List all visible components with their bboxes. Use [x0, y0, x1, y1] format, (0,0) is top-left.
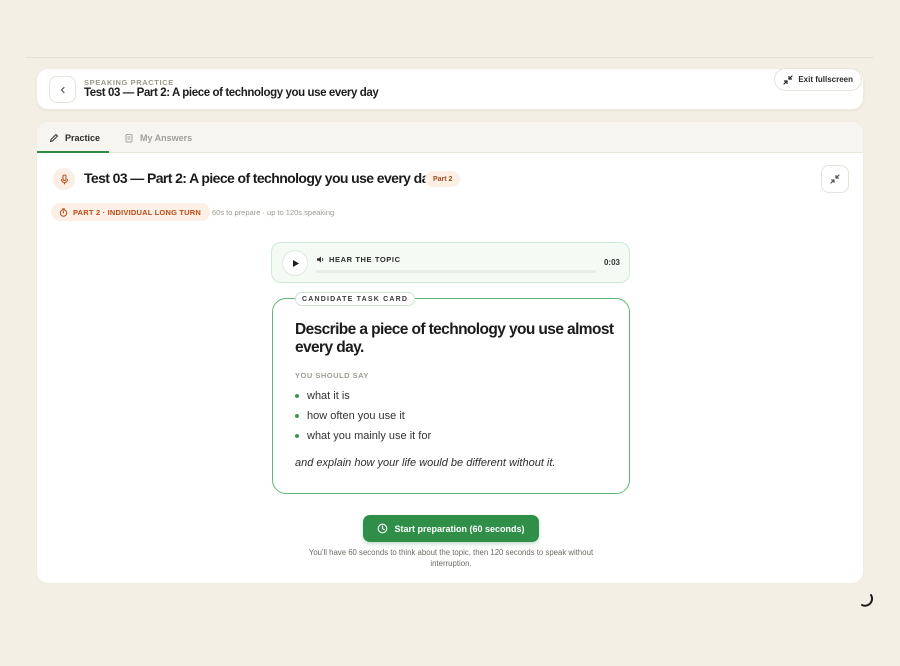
top-divider — [26, 57, 874, 58]
mic-badge — [53, 168, 75, 190]
exit-fullscreen-label: Exit fullscreen — [798, 75, 853, 84]
part-badge: Part 2 — [425, 171, 461, 187]
tab-bar: Practice My Answers — [37, 122, 863, 153]
pencil-icon — [50, 133, 58, 142]
list-item: what you mainly use it for — [295, 426, 431, 446]
collapse-icon — [830, 174, 840, 184]
speaker-icon — [317, 256, 324, 263]
task-card-label: CANDIDATE TASK CARD — [295, 292, 416, 306]
play-button[interactable] — [282, 250, 308, 276]
timer-icon — [59, 207, 68, 217]
audio-time: 0:03 — [603, 258, 620, 267]
list-item: how often you use it — [295, 406, 431, 426]
timing-note: 60s to prepare · up to 120s speaking — [212, 208, 335, 217]
audio-label-text: HEAR THE TOPIC — [329, 255, 401, 264]
bullet-icon — [295, 434, 299, 438]
list-item: what it is — [295, 386, 431, 406]
prompt-points: what it is how often you use it what you… — [295, 386, 431, 446]
audio-progress-track[interactable] — [316, 270, 596, 273]
prompt-point: what you mainly use it for — [307, 430, 432, 442]
active-tab-indicator — [37, 151, 109, 153]
chevron-left-icon — [60, 86, 65, 93]
task-title: Test 03 — Part 2: A piece of technology … — [84, 170, 437, 186]
collapse-icon — [783, 74, 793, 85]
task-card-prompt: Describe a piece of technology you use a… — [295, 321, 614, 356]
header-eyebrow: SPEAKING PRACTICE — [84, 78, 174, 87]
prompt-point: how often you use it — [307, 410, 405, 422]
header-card: SPEAKING PRACTICE Test 03 — Part 2: A pi… — [36, 68, 864, 110]
tab-practice[interactable]: Practice — [49, 122, 100, 153]
turn-pill: PART 2 · INDIVIDUAL LONG TURN — [51, 203, 211, 221]
back-button[interactable] — [49, 76, 76, 103]
play-icon — [292, 259, 299, 267]
tab-practice-label: Practice — [65, 132, 101, 143]
audio-player: HEAR THE TOPIC 0:03 — [271, 242, 630, 283]
bullet-icon — [295, 414, 299, 418]
should-say-label: YOU SHOULD SAY — [295, 371, 369, 380]
loading-spinner-icon — [861, 594, 874, 607]
bullet-icon — [295, 394, 299, 398]
collapse-button[interactable] — [821, 165, 849, 193]
helper-text: You'll have 60 seconds to think about th… — [308, 548, 594, 568]
audio-label: HEAR THE TOPIC — [316, 255, 401, 264]
clipboard-icon — [125, 133, 133, 142]
start-preparation-label: Start preparation (60 seconds) — [394, 523, 525, 534]
microphone-icon — [60, 173, 68, 185]
page-title: Test 03 — Part 2: A piece of technology … — [84, 87, 379, 99]
clock-icon — [378, 523, 388, 534]
task-card-closing: and explain how your life would be diffe… — [295, 457, 556, 469]
turn-label: PART 2 · INDIVIDUAL LONG TURN — [73, 207, 202, 217]
tab-my-answers-label: My Answers — [140, 132, 193, 143]
exit-fullscreen-button[interactable]: Exit fullscreen — [774, 68, 862, 91]
task-card: CANDIDATE TASK CARD Describe a piece of … — [272, 292, 630, 494]
tab-my-answers[interactable]: My Answers — [124, 122, 192, 153]
practice-panel: Practice My Answers Test 03 — Part 2: A … — [36, 121, 864, 584]
start-preparation-button[interactable]: Start preparation (60 seconds) — [363, 515, 539, 542]
prompt-point: what it is — [307, 390, 350, 402]
